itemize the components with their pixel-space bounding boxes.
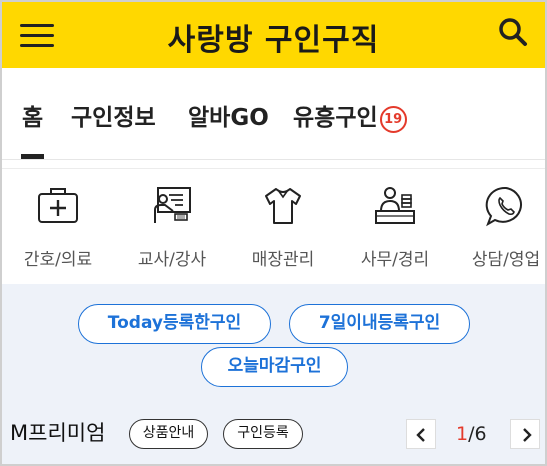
search-icon[interactable] [497, 16, 529, 48]
quick-filter-area: Today등록한구인 7일이내등록구인 오늘마감구인 M프리미엄 상품안내 구인… [2, 284, 545, 464]
office-desk-icon [375, 187, 415, 224]
tab-job-info[interactable]: 구인정보 [71, 98, 156, 132]
today-suffix: 등록한구인 [163, 313, 242, 333]
category-label: 상담/영업 [471, 250, 541, 270]
tab-adult-jobs-label: 유흥구인 [293, 105, 378, 131]
tab-albago[interactable]: 알바GO [188, 98, 269, 132]
phone-chat-icon [485, 186, 522, 227]
premium-section-title: M프리미엄 [10, 421, 106, 445]
today-prefix: Today [107, 313, 163, 333]
next-page-button[interactable] [510, 419, 540, 449]
teacher-board-icon [154, 187, 191, 223]
chevron-right-icon [523, 428, 532, 442]
current-page: 1 [456, 423, 469, 445]
prev-page-button[interactable] [406, 419, 436, 449]
today-registered-jobs-button[interactable]: Today등록한구인 [78, 304, 271, 344]
closing-today-jobs-button[interactable]: 오늘마감구인 [201, 347, 348, 387]
tab-home[interactable]: 홈 [22, 98, 43, 132]
within-7-days-jobs-button[interactable]: 7일이내등록구인 [289, 304, 470, 344]
category-store-management[interactable]: 매장관리 [227, 169, 339, 285]
register-job-button[interactable]: 구인등록 [223, 419, 303, 449]
app-frame: 사랑방 구인구직 홈 구인정보 알바GO 유흥구인 19 간호/의료 교사/강사… [0, 0, 547, 466]
shirt-icon [265, 188, 301, 224]
category-office-accounting[interactable]: 사무/경리 [339, 169, 451, 285]
category-label: 사무/경리 [360, 250, 430, 270]
total-pages: /6 [468, 423, 487, 445]
category-label: 매장관리 [251, 250, 315, 270]
app-header: 사랑방 구인구직 [2, 2, 545, 68]
category-label: 교사/강사 [137, 250, 207, 270]
category-nursing-medical[interactable]: 간호/의료 [2, 169, 114, 285]
category-consulting-sales[interactable]: 상담/영업 [450, 169, 545, 285]
page-indicator: 1/6 [456, 423, 487, 445]
tab-adult-jobs[interactable]: 유흥구인 19 [293, 98, 407, 133]
category-teacher-lecturer[interactable]: 교사/강사 [116, 169, 228, 285]
product-info-button[interactable]: 상품안내 [129, 419, 208, 449]
category-strip: 간호/의료 교사/강사 매장관리 사무/경리 상담/영업 [2, 168, 545, 284]
category-label: 간호/의료 [23, 250, 93, 270]
medical-kit-icon [38, 188, 78, 223]
adult-19-badge: 19 [379, 106, 407, 133]
chevron-left-icon [416, 428, 425, 442]
main-tabs: 홈 구인정보 알바GO 유흥구인 19 [2, 68, 545, 160]
active-tab-indicator [21, 154, 44, 159]
app-title: 사랑방 구인구직 [167, 23, 380, 58]
